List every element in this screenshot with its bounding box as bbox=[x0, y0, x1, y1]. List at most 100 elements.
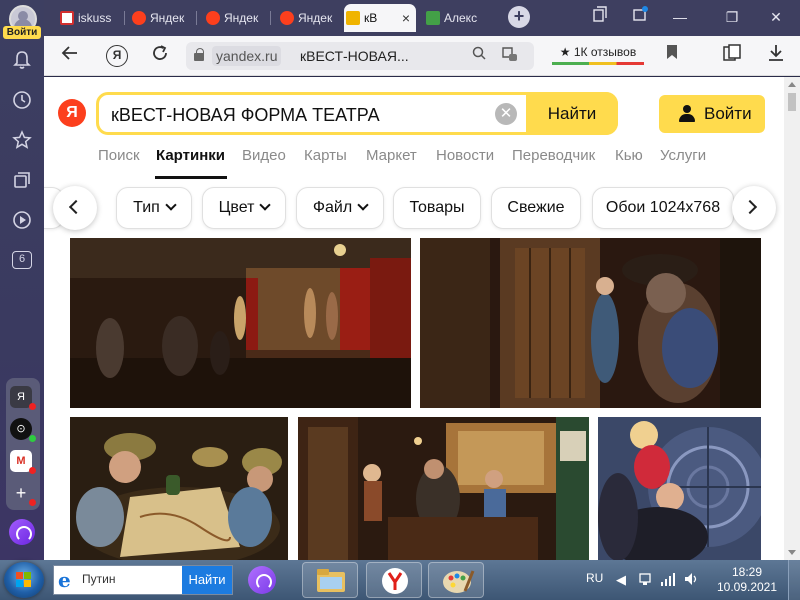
show-hidden-icons-icon[interactable]: ◀ bbox=[616, 572, 626, 588]
tab-iskuss[interactable]: iskuss bbox=[58, 4, 120, 32]
show-desktop-button[interactable] bbox=[788, 560, 800, 600]
tab-novosti[interactable]: Новости bbox=[436, 147, 494, 164]
scroll-down-arrow-icon[interactable] bbox=[788, 550, 796, 555]
yandex-home-icon[interactable]: Я bbox=[106, 45, 128, 67]
volume-icon[interactable] bbox=[684, 572, 700, 589]
search-input[interactable] bbox=[111, 104, 491, 126]
chevron-down-icon bbox=[357, 199, 369, 211]
tab-poisk[interactable]: Поиск bbox=[98, 147, 140, 164]
url-host: yandex.ru bbox=[212, 46, 282, 66]
blue-vault-photo[interactable] bbox=[598, 417, 761, 560]
browser-side-panel: Войти 6 Я ⊙ M + bbox=[0, 0, 44, 560]
back-arrow-icon[interactable] bbox=[58, 44, 82, 68]
search-button[interactable]: Найти bbox=[526, 92, 618, 135]
filter-goods[interactable]: Товары bbox=[393, 187, 481, 229]
theatre-stage-photo[interactable] bbox=[70, 238, 411, 408]
tab-yandex-1[interactable]: Яндек bbox=[130, 4, 192, 32]
tabs-sync-icon[interactable] bbox=[588, 6, 612, 28]
paint-taskbar-icon[interactable] bbox=[428, 562, 484, 598]
detective-office-photo[interactable] bbox=[298, 417, 589, 560]
chevron-right-icon bbox=[742, 199, 758, 215]
url-page-title: кВЕСТ-НОВАЯ... bbox=[300, 48, 409, 64]
filter-type[interactable]: Тип bbox=[116, 187, 192, 229]
url-field[interactable]: yandex.ru кВЕСТ-НОВАЯ... bbox=[186, 42, 534, 70]
tab-market[interactable]: Маркет bbox=[366, 147, 417, 164]
yandex-app-icon[interactable]: Я bbox=[10, 386, 36, 410]
yandex-browser-taskbar-icon[interactable] bbox=[366, 562, 422, 598]
address-bar: Я yandex.ru кВЕСТ-НОВАЯ... ★ 1К отзывов bbox=[44, 36, 800, 76]
collections-icon[interactable] bbox=[12, 170, 32, 190]
soldiers-map-photo[interactable] bbox=[70, 417, 288, 560]
taskbar-search: e Найти bbox=[53, 565, 233, 595]
video-play-icon[interactable] bbox=[12, 210, 32, 230]
collections-icon[interactable] bbox=[720, 44, 744, 68]
alice-taskbar-icon[interactable] bbox=[248, 566, 276, 594]
clock-app-icon[interactable]: ⊙ bbox=[10, 418, 36, 442]
tab-yandex-2[interactable]: Яндек bbox=[204, 4, 266, 32]
tab-video[interactable]: Видео bbox=[242, 147, 286, 164]
alice-assistant-icon[interactable] bbox=[9, 519, 35, 545]
windows-taskbar: e Найти RU ◀ 18:29 10.09.2021 bbox=[0, 560, 800, 600]
yandex-favicon-icon bbox=[206, 11, 220, 25]
filter-color[interactable]: Цвет bbox=[202, 187, 286, 229]
bell-icon[interactable] bbox=[12, 50, 32, 70]
device-icon[interactable] bbox=[638, 572, 652, 589]
history-clock-icon[interactable] bbox=[12, 90, 32, 110]
extension-icon[interactable] bbox=[500, 46, 518, 65]
tab-kyu[interactable]: Кью bbox=[615, 147, 643, 164]
restore-button[interactable]: ❐ bbox=[720, 6, 744, 28]
download-icon[interactable] bbox=[764, 44, 788, 68]
add-app-icon[interactable]: + bbox=[10, 482, 36, 506]
system-clock[interactable]: 18:29 10.09.2021 bbox=[712, 565, 782, 595]
scroll-right-button[interactable] bbox=[732, 186, 776, 230]
taskbar-search-button[interactable]: Найти bbox=[182, 566, 232, 594]
bookmark-icon[interactable] bbox=[660, 44, 684, 68]
chevron-down-icon bbox=[259, 199, 272, 211]
tab-count-badge[interactable]: 6 bbox=[12, 251, 32, 269]
filter-fresh[interactable]: Свежие bbox=[491, 187, 581, 229]
side-login-button[interactable]: Войти bbox=[3, 26, 41, 39]
tab-kvest-active[interactable]: кВ × bbox=[344, 4, 416, 32]
tab-aleks[interactable]: Алекс bbox=[424, 4, 490, 32]
network-signal-icon[interactable] bbox=[660, 572, 676, 589]
yandex-favicon-icon bbox=[132, 11, 146, 25]
close-window-button[interactable]: ✕ bbox=[764, 6, 788, 28]
page-scrollbar[interactable] bbox=[784, 77, 800, 560]
green-favicon-icon bbox=[426, 11, 440, 25]
start-button[interactable] bbox=[4, 562, 44, 598]
login-button[interactable]: Войти bbox=[659, 95, 765, 133]
image-favicon-icon bbox=[346, 11, 360, 25]
windows-logo-icon bbox=[16, 572, 32, 588]
filter-file[interactable]: Файл bbox=[296, 187, 384, 229]
yandex-favicon-icon bbox=[280, 11, 294, 25]
tab-yandex-3[interactable]: Яндек bbox=[278, 4, 340, 32]
tab-karty[interactable]: Карты bbox=[304, 147, 347, 164]
clock-date: 10.09.2021 bbox=[716, 580, 778, 594]
star-icon[interactable] bbox=[12, 130, 32, 150]
zoom-search-icon[interactable] bbox=[472, 46, 486, 63]
reload-icon[interactable] bbox=[148, 44, 172, 68]
minimize-button[interactable]: — bbox=[668, 6, 692, 28]
tab-uslugi[interactable]: Услуги bbox=[660, 147, 706, 164]
tab-perevodchik[interactable]: Переводчик bbox=[512, 147, 595, 164]
taskbar-search-input[interactable] bbox=[82, 572, 182, 586]
scroll-thumb[interactable] bbox=[788, 93, 796, 111]
reviews-badge[interactable]: ★ 1К отзывов bbox=[552, 42, 644, 68]
internet-explorer-icon: e bbox=[58, 568, 71, 592]
file-explorer-taskbar-icon[interactable] bbox=[302, 562, 358, 598]
scroll-left-button[interactable] bbox=[53, 186, 97, 230]
clear-search-icon[interactable]: ✕ bbox=[495, 103, 517, 125]
pdf-favicon-icon bbox=[60, 11, 74, 25]
gmail-app-icon[interactable]: M bbox=[10, 450, 36, 474]
downloads-notify-icon[interactable] bbox=[628, 6, 652, 28]
new-tab-plus-icon[interactable]: + bbox=[508, 6, 530, 28]
search-box: ✕ Найти bbox=[96, 92, 618, 135]
pirate-escape-room-photo[interactable] bbox=[420, 238, 761, 408]
tab-close-icon[interactable]: × bbox=[402, 4, 410, 32]
filter-wallpapers[interactable]: Обои 1024x768 bbox=[592, 187, 734, 229]
tab-kartinki[interactable]: Картинки bbox=[156, 147, 225, 164]
scroll-up-arrow-icon[interactable] bbox=[788, 82, 796, 87]
active-tab-underline bbox=[155, 176, 227, 179]
yandex-logo[interactable]: Я bbox=[58, 99, 86, 127]
language-indicator[interactable]: RU bbox=[586, 571, 603, 585]
